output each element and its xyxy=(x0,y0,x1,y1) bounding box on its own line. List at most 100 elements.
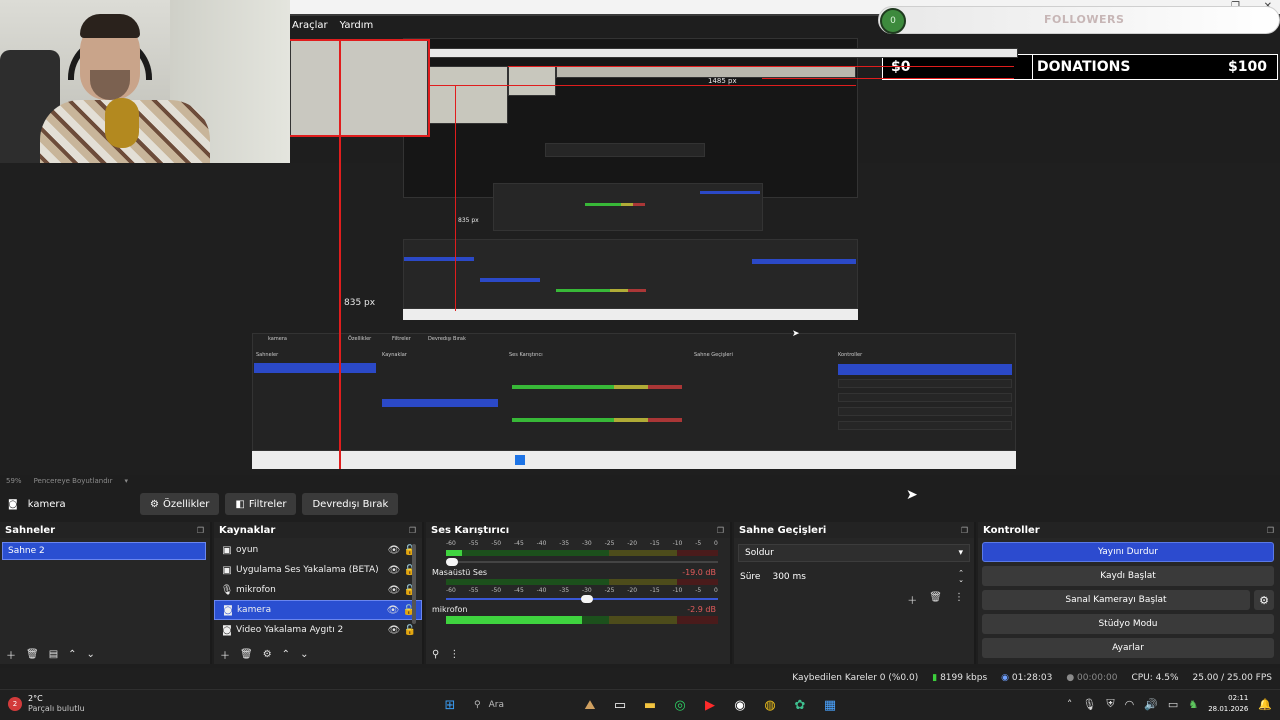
notification-icon[interactable]: 🔔 xyxy=(1258,698,1272,711)
source-row-oyun[interactable]: ▣ oyun 👁 🔓 xyxy=(214,540,422,560)
volume-slider[interactable] xyxy=(446,595,718,603)
app-icon[interactable]: ✿ xyxy=(790,695,810,715)
menu-tools[interactable]: Araçlar xyxy=(292,20,328,31)
lock-icon[interactable]: 🔓 xyxy=(402,625,418,636)
file-explorer-icon[interactable]: ▬ xyxy=(640,695,660,715)
eye-icon[interactable]: 👁 xyxy=(386,625,402,636)
chevron-down-icon: ▾ xyxy=(958,548,963,558)
stepper-icon[interactable]: ⌃ ⌄ xyxy=(958,570,964,584)
start-record-button[interactable]: Kaydı Başlat xyxy=(982,566,1274,586)
mixer-channel: -60 -55 -50 -45 -40 -35 -30 -25 -20 -15 -10 -5 0 xyxy=(426,538,730,566)
youtube-icon[interactable]: ▶ xyxy=(700,695,720,715)
chevron-down-icon[interactable]: ▾ xyxy=(124,477,128,485)
add-icon[interactable]: ＋ xyxy=(907,592,917,607)
scene-item[interactable]: Sahne 2 xyxy=(2,542,206,560)
filters-button[interactable]: ◧ Filtreler xyxy=(225,493,297,515)
db-tick: -25 xyxy=(604,540,615,547)
float-dock-icon[interactable]: ❐ xyxy=(197,526,204,535)
filters-label: Filtreler xyxy=(248,498,287,510)
menu-help[interactable]: Yardım xyxy=(340,20,374,31)
wifi-icon[interactable]: ◠ xyxy=(1125,698,1135,711)
obs-icon[interactable]: ◉ xyxy=(730,695,750,715)
move-down-icon[interactable]: ⌄ xyxy=(87,649,95,660)
move-up-icon[interactable]: ⌃ xyxy=(68,649,76,660)
deactivate-button[interactable]: Devredışı Bırak xyxy=(302,493,399,515)
source-row-video-capture[interactable]: ◙ Video Yakalama Aygıtı 2 👁 🔓 xyxy=(214,620,422,640)
widgets-icon[interactable]: ⛰ xyxy=(580,695,600,715)
gear-icon[interactable]: ⚙ xyxy=(1254,590,1274,610)
more-options-icon[interactable]: ⋮ xyxy=(954,592,964,607)
transition-value: Soldur xyxy=(745,548,774,558)
float-dock-icon[interactable]: ❐ xyxy=(1267,526,1274,535)
chrome-icon[interactable]: ◍ xyxy=(760,695,780,715)
sources-scrollbar[interactable] xyxy=(412,544,416,624)
taskview-icon[interactable]: ▭ xyxy=(610,695,630,715)
source-row-mikrofon[interactable]: 🎙 mikrofon 👁 🔓 xyxy=(214,580,422,600)
volume-slider[interactable] xyxy=(446,558,718,566)
duration-input[interactable]: 300 ms ⌃ ⌄ xyxy=(772,568,970,586)
weather-condition: Parçalı bulutlu xyxy=(28,704,85,713)
transition-select[interactable]: Soldur ▾ xyxy=(738,544,970,562)
studio-mode-button[interactable]: Stüdyo Modu xyxy=(982,614,1274,634)
record-icon: ● xyxy=(1066,673,1075,683)
trash-icon[interactable]: 🗑 xyxy=(929,592,942,607)
taskbar-apps: ⊞ ⚲ Ara ⛰ ▭ ▬ ◎ ▶ ◉ ◍ ✿ ▦ xyxy=(440,695,840,715)
add-icon[interactable]: ＋ xyxy=(220,647,230,662)
db-tick: -5 xyxy=(695,540,702,547)
meter-fill xyxy=(446,550,463,556)
donations-amount-right: $100 xyxy=(1228,59,1267,75)
channel-db: -2.9 dB xyxy=(687,605,716,614)
db-tick: -50 xyxy=(491,540,502,547)
resize-label[interactable]: Pencereye Boyutlandır xyxy=(34,477,113,485)
move-up-icon[interactable]: ⌃ xyxy=(282,649,290,660)
nested-obs-window xyxy=(252,333,1016,451)
app-tray-icon[interactable]: ♞ xyxy=(1188,698,1198,711)
level-meter xyxy=(446,579,718,585)
db-tick: -20 xyxy=(627,540,638,547)
chevron-up-icon[interactable]: ˄ xyxy=(1067,698,1073,711)
float-dock-icon[interactable]: ❐ xyxy=(961,526,968,535)
weather-widget[interactable]: 2 2°C Parçalı bulutlu xyxy=(8,694,85,714)
float-dock-icon[interactable]: ❐ xyxy=(409,526,416,535)
duration-row: Süre 300 ms ⌃ ⌄ xyxy=(738,568,970,586)
cpu-usage: CPU: 4.5% xyxy=(1131,673,1179,683)
source-row-kamera[interactable]: ◙ kamera 👁 🔓 xyxy=(214,600,422,620)
float-dock-icon[interactable]: ❐ xyxy=(717,526,724,535)
trash-icon[interactable]: 🗑 xyxy=(26,649,39,660)
whatsapp-icon[interactable]: ◎ xyxy=(670,695,690,715)
zoom-label[interactable]: 59% xyxy=(6,477,22,485)
eye-icon[interactable]: 👁 xyxy=(386,585,402,596)
properties-button[interactable]: ⚙ Özellikler xyxy=(140,493,220,515)
eye-icon[interactable]: 👁 xyxy=(386,565,402,576)
settings-button[interactable]: Ayarlar xyxy=(982,638,1274,658)
link-icon[interactable]: ⚲ xyxy=(432,649,439,660)
taskbar-search[interactable]: ⚲ Ara xyxy=(470,695,570,715)
eye-icon[interactable]: 👁 xyxy=(385,605,401,616)
volume-icon[interactable]: 🔊 xyxy=(1144,698,1158,711)
preview-area[interactable]: kamera Özellikler Filtreler Devredışı Bı… xyxy=(0,38,1280,475)
virtual-camera-button[interactable]: Sanal Kamerayı Başlat xyxy=(982,590,1250,610)
source-label: mikrofon xyxy=(236,585,276,595)
clock[interactable]: 02:11 28.01.2026 xyxy=(1208,693,1248,715)
volume-knob[interactable] xyxy=(446,558,458,566)
shield-icon[interactable]: ⛨ xyxy=(1106,697,1114,711)
filter-icon[interactable]: ▤ xyxy=(49,649,58,660)
add-icon[interactable]: ＋ xyxy=(6,647,16,662)
audio-mixer-dock: Ses Karıştırıcı ❐ -60 -55 -50 -45 -40 -35 -30 -2… xyxy=(426,522,732,664)
calculator-icon[interactable]: ▦ xyxy=(820,695,840,715)
move-down-icon[interactable]: ⌄ xyxy=(300,649,308,660)
controls-dock: Kontroller ❐ Yayını Durdur Kaydı Başlat S… xyxy=(978,522,1280,664)
microphone-icon: 🎙 xyxy=(220,584,234,596)
windows-start-icon[interactable]: ⊞ xyxy=(440,695,460,715)
volume-knob[interactable] xyxy=(581,595,594,603)
zoom-bar: 59% Pencereye Boyutlandır ▾ xyxy=(0,475,1280,487)
source-row-app-audio[interactable]: ▣ Uygulama Ses Yakalama (BETA) 👁 🔓 xyxy=(214,560,422,580)
eye-icon[interactable]: 👁 xyxy=(386,545,402,556)
gear-icon[interactable]: ⚙ xyxy=(263,649,272,660)
db-tick: -15 xyxy=(649,587,660,594)
battery-icon[interactable]: ▭ xyxy=(1168,698,1178,711)
more-options-icon[interactable]: ⋮ xyxy=(449,649,459,660)
stop-stream-button[interactable]: Yayını Durdur xyxy=(982,542,1274,562)
mic-tray-icon[interactable]: 🎙 xyxy=(1082,698,1096,711)
trash-icon[interactable]: 🗑 xyxy=(240,649,253,660)
